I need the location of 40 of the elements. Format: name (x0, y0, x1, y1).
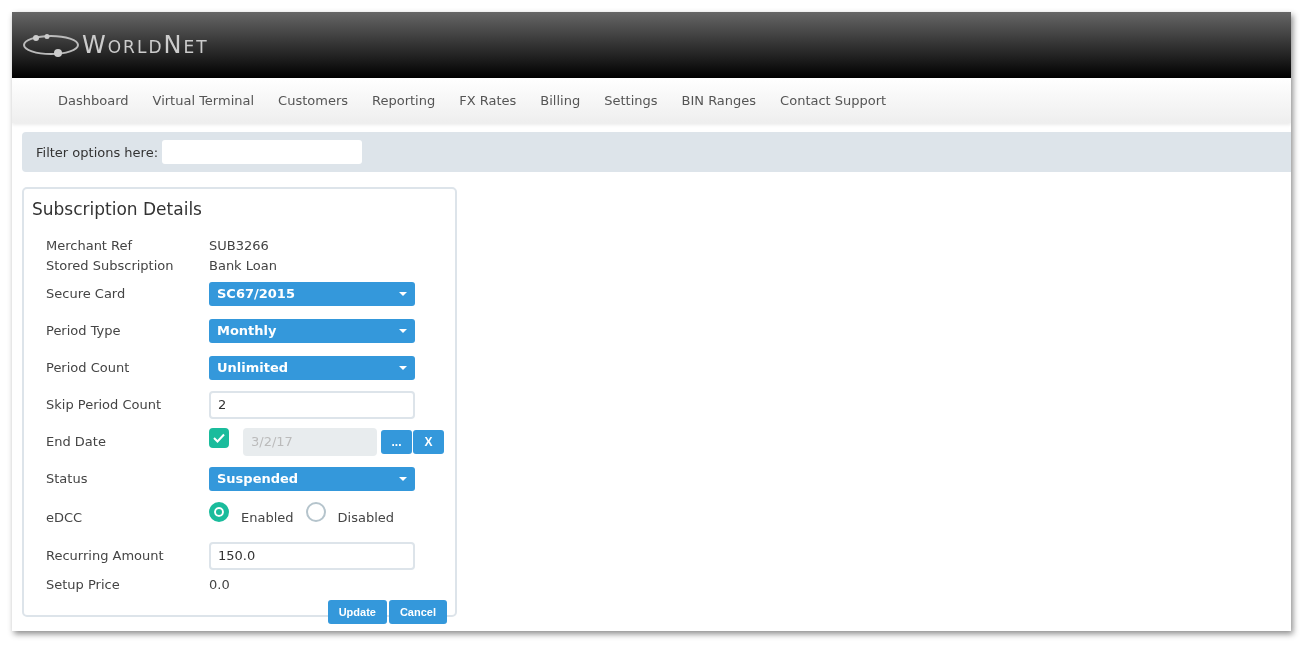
field-label: End Date (46, 434, 107, 449)
nav-link[interactable]: Reporting (372, 93, 436, 108)
caret-icon (399, 365, 407, 370)
field-value: Bank Loan (209, 257, 277, 273)
field-label: Status (46, 471, 89, 486)
panel-title: Subscription Details (32, 199, 203, 219)
caret-icon (399, 328, 407, 333)
radio-label: Disabled (337, 509, 395, 525)
nav-link[interactable]: Virtual Terminal (152, 93, 255, 108)
field-label: Period Count (46, 360, 131, 375)
nav-link[interactable]: Customers (278, 93, 348, 108)
filter-label: Filter options here: (36, 144, 158, 160)
field-label: Stored Subscription (46, 257, 175, 273)
nav-link[interactable]: Contact Support (780, 93, 887, 108)
caret-icon (399, 476, 407, 481)
checkbox[interactable] (209, 427, 229, 448)
field-label: Setup Price (46, 576, 121, 592)
field-label: Recurring Amount (46, 548, 165, 563)
field-label: Merchant Ref (46, 237, 134, 253)
orbit-logo-icon (22, 32, 80, 58)
field-label: eDCC (46, 509, 84, 525)
nav-link[interactable]: Billing (540, 93, 581, 108)
field-value: 0.0 (209, 576, 230, 592)
brand-name: WorldNet (82, 31, 209, 59)
nav-link[interactable]: BIN Ranges (681, 93, 757, 108)
radio-button[interactable] (305, 502, 326, 522)
nav-link[interactable]: FX Rates (459, 93, 517, 108)
field-value: SUB3266 (209, 237, 269, 253)
field-label: Period Type (46, 323, 122, 338)
radio-label: Enabled (241, 509, 294, 525)
filter-input[interactable] (162, 140, 362, 164)
caret-icon (399, 291, 407, 296)
input-field[interactable]: 2 (209, 390, 415, 419)
input-field[interactable]: 150.0 (209, 541, 415, 570)
check-icon (213, 432, 225, 443)
field-label: Secure Card (46, 286, 127, 301)
radio-button[interactable] (209, 502, 229, 522)
nav-link[interactable]: Settings (604, 93, 658, 108)
nav-link[interactable]: Dashboard (58, 93, 129, 108)
field-label: Skip Period Count (46, 397, 163, 412)
